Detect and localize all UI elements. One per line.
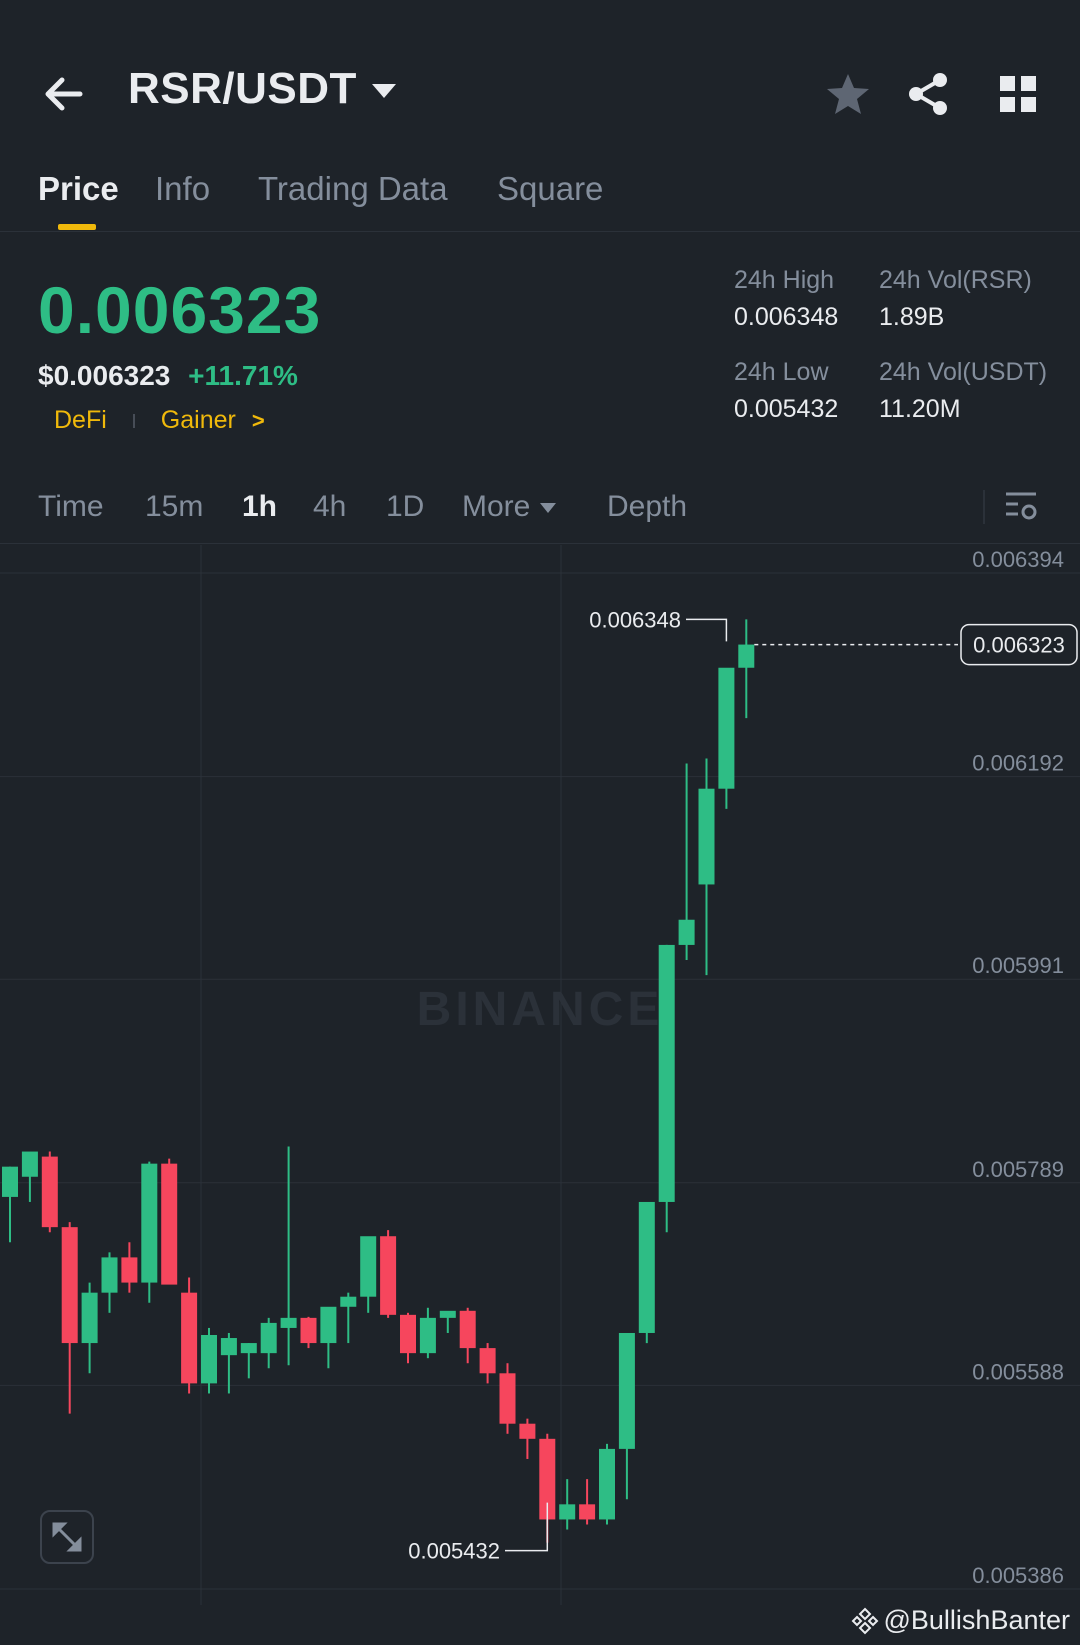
candle-body bbox=[300, 1317, 317, 1344]
expand-button[interactable] bbox=[40, 1510, 94, 1564]
candle-body bbox=[380, 1236, 397, 1315]
tag-row: DeFi Gainer > bbox=[38, 406, 321, 435]
active-tab-indicator bbox=[58, 224, 96, 230]
binance-logo-icon bbox=[851, 1607, 878, 1634]
pair-title[interactable]: RSR/USDT bbox=[128, 64, 357, 114]
interval-4h[interactable]: 4h bbox=[313, 490, 346, 524]
low-label: 24h Low bbox=[734, 358, 829, 386]
interval-1d[interactable]: 1D bbox=[386, 490, 424, 524]
candle-body bbox=[101, 1257, 118, 1293]
candlestick-chart[interactable]: 0.006394 0.006192 0.005991 0.005789 0.005588… bbox=[0, 545, 1080, 1605]
candle-body bbox=[519, 1423, 536, 1439]
y-tick-label: 0.006192 bbox=[972, 751, 1064, 776]
y-tick-label: 0.005386 bbox=[972, 1563, 1064, 1588]
candle-body bbox=[439, 1310, 456, 1318]
low-marker-label: 0.005432 bbox=[408, 1539, 500, 1564]
interval-bar: Time 15m 1h 4h 1D More Depth bbox=[0, 480, 1080, 544]
tag-divider bbox=[132, 413, 135, 428]
candle-body bbox=[559, 1504, 576, 1520]
y-tick-label: 0.005588 bbox=[972, 1359, 1064, 1384]
usd-price: $0.006323 bbox=[38, 360, 171, 391]
candle-body bbox=[2, 1166, 18, 1197]
expand-icon bbox=[52, 1522, 82, 1552]
tab-price[interactable]: Price bbox=[38, 170, 119, 208]
candle-body bbox=[459, 1310, 476, 1349]
y-tick-label: 0.006394 bbox=[972, 547, 1064, 572]
candle-body bbox=[320, 1306, 337, 1344]
candle-body bbox=[21, 1151, 38, 1177]
interval-divider bbox=[983, 490, 985, 524]
candle-body bbox=[618, 1332, 635, 1449]
candle-body bbox=[161, 1163, 178, 1285]
candle-body bbox=[41, 1156, 58, 1228]
candle-body bbox=[599, 1448, 615, 1520]
candle-body bbox=[340, 1296, 357, 1307]
candle-body bbox=[240, 1343, 257, 1354]
tag-defi[interactable]: DeFi bbox=[54, 406, 107, 435]
credit-handle: @BullishBanter bbox=[883, 1605, 1071, 1635]
credit-watermark: @BullishBanter bbox=[850, 1605, 1071, 1636]
vol-base-value: 1.89B bbox=[879, 303, 945, 331]
candle-body bbox=[419, 1317, 436, 1354]
dropdown-caret-icon[interactable] bbox=[370, 80, 398, 104]
vol-base-label: 24h Vol(RSR) bbox=[879, 266, 1032, 294]
candle-body bbox=[220, 1338, 237, 1356]
interval-more[interactable]: More bbox=[462, 490, 530, 524]
candle-body bbox=[400, 1314, 416, 1354]
tab-info[interactable]: Info bbox=[155, 170, 210, 208]
candle-body bbox=[181, 1292, 198, 1384]
chevron-right-icon[interactable]: > bbox=[252, 408, 265, 434]
candle-body bbox=[499, 1373, 516, 1424]
candle-body bbox=[360, 1236, 377, 1297]
candle-body bbox=[638, 1201, 655, 1333]
candle-body bbox=[280, 1317, 297, 1328]
candle-body bbox=[201, 1335, 217, 1384]
candle-body bbox=[141, 1163, 158, 1283]
price-sub-row: $0.006323 +11.71% bbox=[38, 360, 321, 392]
stats-col-2: 24h Vol(RSR) 1.89B 24h Vol(USDT) 11.20M bbox=[879, 266, 1047, 424]
interval-15m[interactable]: 15m bbox=[145, 490, 203, 524]
interval-time[interactable]: Time bbox=[38, 490, 104, 524]
back-arrow-icon[interactable] bbox=[40, 70, 88, 118]
vol-quote-label: 24h Vol(USDT) bbox=[879, 358, 1048, 386]
y-tick-label: 0.005789 bbox=[972, 1157, 1064, 1182]
settings-chart-icon[interactable] bbox=[1004, 490, 1038, 524]
star-icon[interactable] bbox=[824, 70, 872, 118]
candle-body bbox=[738, 644, 755, 668]
current-price-label: 0.006323 bbox=[973, 633, 1065, 658]
main-tabs: Price Info Trading Data Square bbox=[0, 160, 1080, 232]
candle-body bbox=[718, 667, 735, 789]
candle-body bbox=[579, 1504, 596, 1520]
chart-canvas: 0.006394 0.006192 0.005991 0.005789 0.005588… bbox=[0, 545, 1080, 1605]
grid-icon[interactable] bbox=[994, 70, 1042, 118]
tag-gainer[interactable]: Gainer bbox=[161, 406, 236, 435]
tab-square[interactable]: Square bbox=[497, 170, 603, 208]
top-bar: RSR/USDT bbox=[0, 40, 1080, 150]
high-label: 24h High bbox=[734, 266, 835, 294]
last-price: 0.006323 bbox=[38, 273, 322, 347]
more-caret-icon[interactable] bbox=[538, 500, 558, 516]
y-tick-label: 0.005991 bbox=[972, 953, 1064, 978]
candle-body bbox=[61, 1227, 78, 1344]
vol-quote-value: 11.20M bbox=[879, 395, 961, 423]
candle-body bbox=[678, 919, 695, 945]
high-marker-line bbox=[686, 618, 728, 642]
high-value: 0.006348 bbox=[734, 303, 839, 331]
binance-watermark: BINANCE bbox=[417, 983, 664, 1036]
high-marker-label: 0.006348 bbox=[589, 607, 681, 632]
candle-body bbox=[698, 788, 715, 885]
interval-depth[interactable]: Depth bbox=[607, 490, 687, 524]
stats-col-1: 24h High 0.006348 24h Low 0.005432 bbox=[734, 266, 838, 424]
candle-body bbox=[658, 944, 675, 1202]
share-icon[interactable] bbox=[904, 70, 952, 118]
candle-body bbox=[260, 1322, 277, 1354]
interval-1h[interactable]: 1h bbox=[242, 490, 277, 524]
low-value: 0.005432 bbox=[734, 395, 839, 423]
candle-body bbox=[81, 1292, 98, 1344]
ticker-summary: 0.006323 $0.006323 +11.71% DeFi Gainer > bbox=[38, 272, 321, 435]
price-change: +11.71% bbox=[188, 360, 298, 391]
candle-body bbox=[121, 1257, 138, 1283]
candle-body bbox=[479, 1348, 496, 1374]
tab-trading-data[interactable]: Trading Data bbox=[258, 170, 448, 208]
